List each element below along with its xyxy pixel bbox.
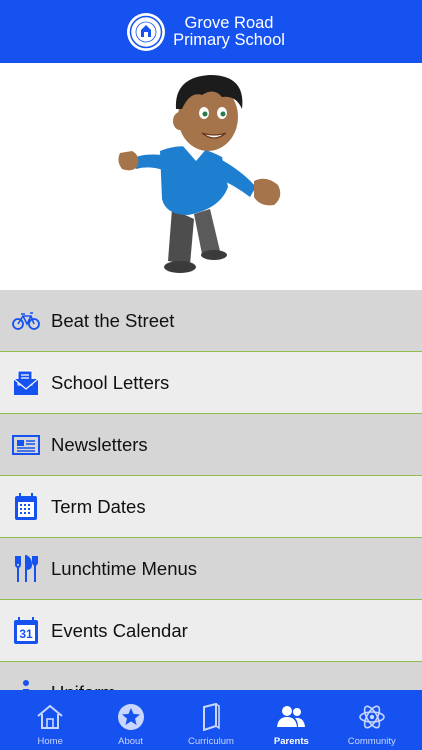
envelope-icon bbox=[12, 369, 40, 397]
menu-item-label: School Letters bbox=[51, 371, 170, 393]
menu-item-label: Lunchtime Menus bbox=[51, 557, 198, 579]
menu-item-label: Uniform bbox=[51, 682, 116, 691]
newspaper-icon bbox=[12, 431, 40, 459]
menu-item-label: Events Calendar bbox=[51, 619, 188, 641]
calendar-grid-icon bbox=[12, 492, 40, 521]
menu-item-label: Term Dates bbox=[51, 495, 146, 517]
menu-item-label: Beat the Street bbox=[51, 309, 175, 331]
home-icon bbox=[36, 702, 64, 732]
tab-label: About bbox=[118, 736, 143, 747]
school-name-line2: Primary School bbox=[173, 30, 285, 49]
menu-item-term-dates[interactable]: Term Dates bbox=[0, 476, 422, 538]
book-icon bbox=[200, 702, 222, 732]
school-name: Grove Road Primary School bbox=[173, 13, 285, 49]
school-logo bbox=[127, 12, 166, 51]
people-icon bbox=[276, 702, 306, 732]
tab-label: Community bbox=[347, 736, 396, 747]
atom-icon bbox=[358, 702, 386, 732]
menu-item-events-calendar[interactable]: 31 Events Calendar bbox=[0, 600, 422, 662]
tab-label: Home bbox=[37, 736, 63, 747]
menu-item-label: Newsletters bbox=[51, 433, 148, 455]
tab-label: Parents bbox=[273, 736, 309, 747]
bottom-tab-bar: Home About Curriculum Parents Community bbox=[0, 690, 422, 750]
cartoon-boy-illustration bbox=[118, 75, 281, 273]
tab-about[interactable]: About bbox=[98, 690, 164, 747]
calendar-31-icon: 31 bbox=[12, 616, 40, 645]
app-header: Grove Road Primary School bbox=[0, 0, 422, 63]
menu-item-newsletters[interactable]: Newsletters bbox=[0, 414, 422, 476]
star-icon bbox=[117, 702, 145, 732]
parents-menu-list: Beat the Street School Letters Newslette… bbox=[0, 290, 422, 690]
tab-community[interactable]: Community bbox=[339, 690, 405, 747]
menu-item-beat-the-street[interactable]: Beat the Street bbox=[0, 290, 422, 352]
hero-banner bbox=[0, 63, 422, 289]
tab-curriculum[interactable]: Curriculum bbox=[178, 690, 244, 747]
tab-label: Curriculum bbox=[188, 736, 234, 747]
menu-item-uniform[interactable]: Uniform bbox=[0, 662, 422, 690]
menu-item-lunchtime-menus[interactable]: Lunchtime Menus bbox=[0, 538, 422, 600]
menu-item-school-letters[interactable]: School Letters bbox=[0, 352, 422, 414]
bicycle-icon bbox=[12, 307, 40, 335]
tab-parents[interactable]: Parents bbox=[258, 690, 324, 747]
info-icon bbox=[12, 679, 40, 690]
calendar-number: 31 bbox=[19, 627, 33, 641]
tab-home[interactable]: Home bbox=[17, 690, 83, 747]
cutlery-icon bbox=[12, 554, 40, 583]
school-name-line1: Grove Road bbox=[184, 13, 274, 32]
